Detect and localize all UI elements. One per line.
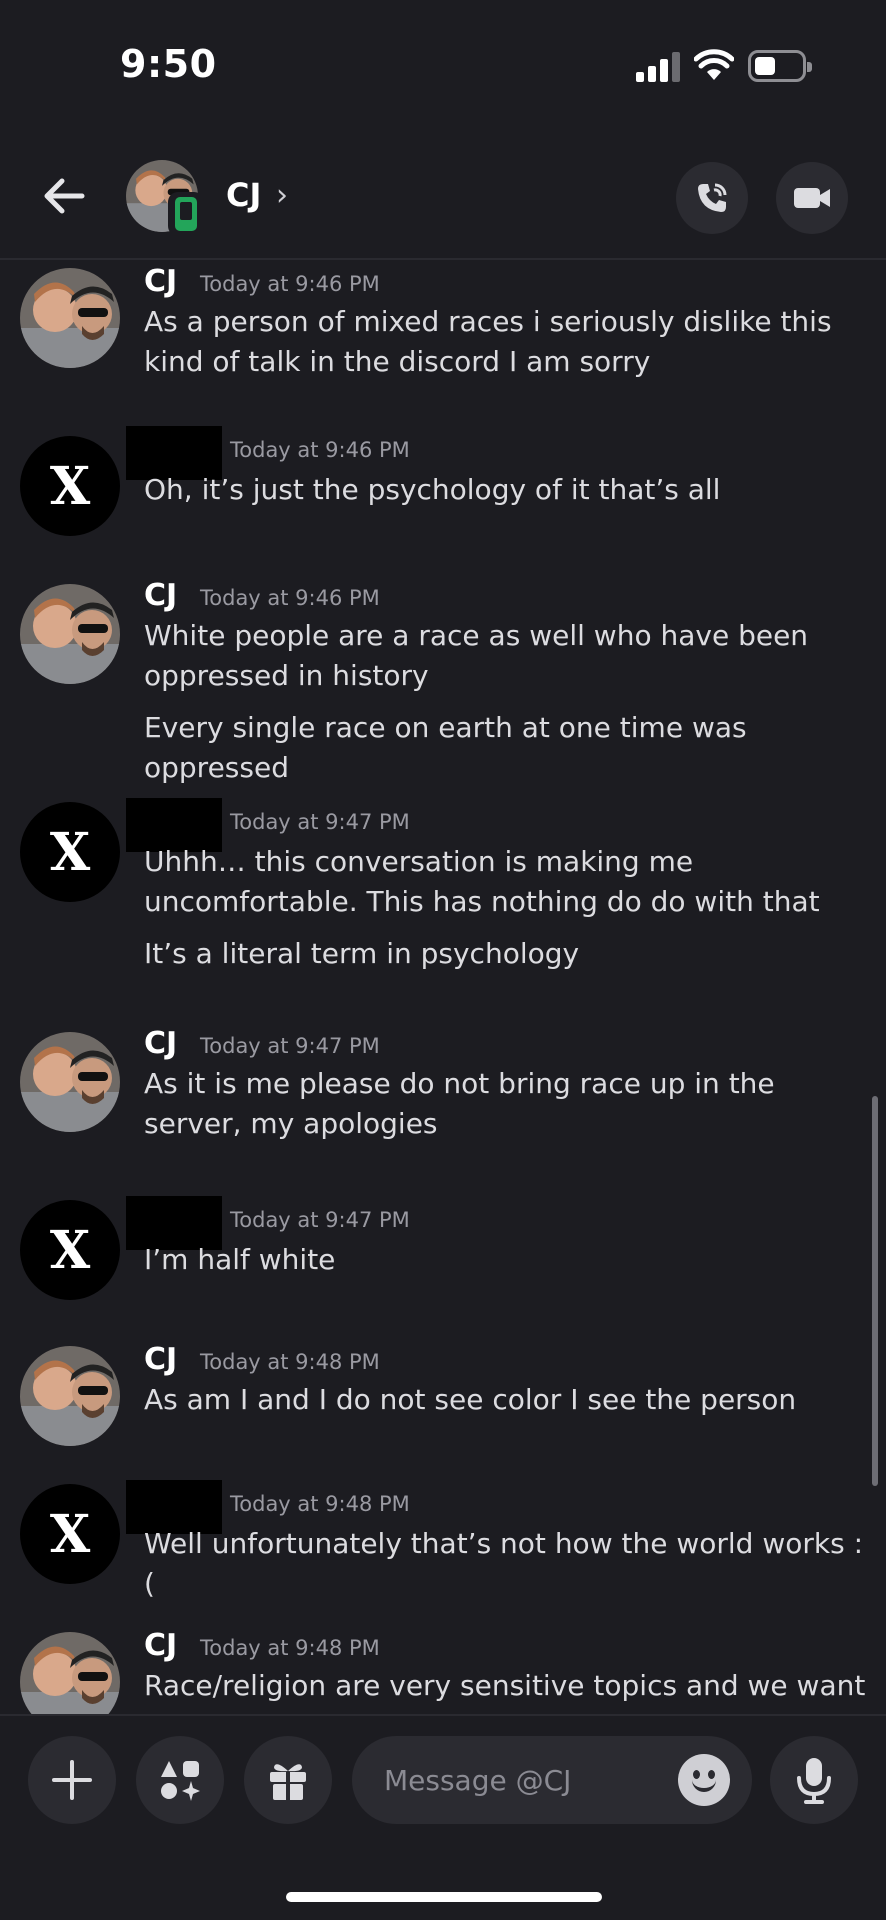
user-avatar[interactable] xyxy=(20,1032,120,1132)
video-camera-icon xyxy=(794,188,830,208)
message-author[interactable]: CJ xyxy=(144,1026,177,1061)
message-timestamp: Today at 9:47 PM xyxy=(230,810,410,834)
user-avatar[interactable]: X xyxy=(20,802,120,902)
status-time: 9:50 xyxy=(120,42,217,86)
message-author[interactable]: CJ xyxy=(144,1342,177,1377)
message-timestamp: Today at 9:46 PM xyxy=(200,272,380,296)
message-text: Uhhh… this conversation is making me unc… xyxy=(144,845,820,918)
cellular-signal-icon xyxy=(636,52,680,82)
mobile-status-icon xyxy=(168,192,204,236)
user-avatar[interactable]: X xyxy=(20,1200,120,1300)
message-text: Every single race on earth at one time w… xyxy=(144,711,747,784)
message-text: Oh, it’s just the psychology of it that’… xyxy=(144,473,721,506)
apps-icon xyxy=(161,1761,200,1801)
arrow-left-icon[interactable] xyxy=(38,170,90,222)
message-timestamp: Today at 9:46 PM xyxy=(230,438,410,462)
phone-call-icon xyxy=(698,183,727,212)
message-author[interactable]: CJ xyxy=(144,264,177,299)
message-text: As it is me please do not bring race up … xyxy=(144,1067,775,1140)
message-text: As am I and I do not see color I see the… xyxy=(144,1383,797,1416)
message-timestamp: Today at 9:48 PM xyxy=(200,1636,380,1660)
message-text: I’m half white xyxy=(144,1243,336,1276)
message-author[interactable]: CJ xyxy=(144,578,177,613)
chevron-right-icon[interactable]: › xyxy=(276,178,288,213)
plus-icon xyxy=(52,1760,92,1800)
gift-button[interactable] xyxy=(244,1736,332,1824)
gift-icon xyxy=(270,1764,306,1800)
home-indicator xyxy=(286,1892,602,1902)
emoji-icon[interactable] xyxy=(678,1754,730,1806)
add-attachment-button[interactable] xyxy=(28,1736,116,1824)
battery-icon xyxy=(748,50,812,82)
message-text: It’s a literal term in psychology xyxy=(144,937,580,970)
message-author[interactable]: CJ xyxy=(144,1628,177,1663)
message-composer xyxy=(0,1714,886,1920)
message-text: Well unfortunately that’s not how the wo… xyxy=(144,1527,864,1600)
user-avatar[interactable] xyxy=(20,1346,120,1446)
message-text: White people are a race as well who have… xyxy=(144,619,809,692)
voice-message-button[interactable] xyxy=(770,1736,858,1824)
wifi-icon xyxy=(694,49,734,80)
microphone-icon xyxy=(797,1758,831,1804)
scrollbar[interactable] xyxy=(872,1096,878,1486)
video-call-button[interactable] xyxy=(776,162,848,234)
user-avatar[interactable] xyxy=(20,268,120,368)
message-text: Race/religion are very sensitive topics … xyxy=(144,1669,866,1702)
message-timestamp: Today at 9:48 PM xyxy=(200,1350,380,1374)
user-avatar[interactable]: X xyxy=(20,436,120,536)
message-timestamp: Today at 9:47 PM xyxy=(230,1208,410,1232)
user-avatar[interactable] xyxy=(20,1632,120,1714)
message-timestamp: Today at 9:46 PM xyxy=(200,586,380,610)
header-username[interactable]: CJ xyxy=(226,176,261,214)
dm-header: CJ › xyxy=(0,140,886,260)
message-timestamp: Today at 9:47 PM xyxy=(200,1034,380,1058)
status-bar: 9:50 xyxy=(0,0,886,140)
message-timestamp: Today at 9:48 PM xyxy=(230,1492,410,1516)
user-avatar[interactable] xyxy=(20,584,120,684)
message-list[interactable]: CJ Today at 9:46 PM As a person of mixed… xyxy=(0,262,886,1714)
message-text: As a person of mixed races i seriously d… xyxy=(144,305,832,378)
apps-button[interactable] xyxy=(136,1736,224,1824)
user-avatar[interactable]: X xyxy=(20,1484,120,1584)
voice-call-button[interactable] xyxy=(676,162,748,234)
